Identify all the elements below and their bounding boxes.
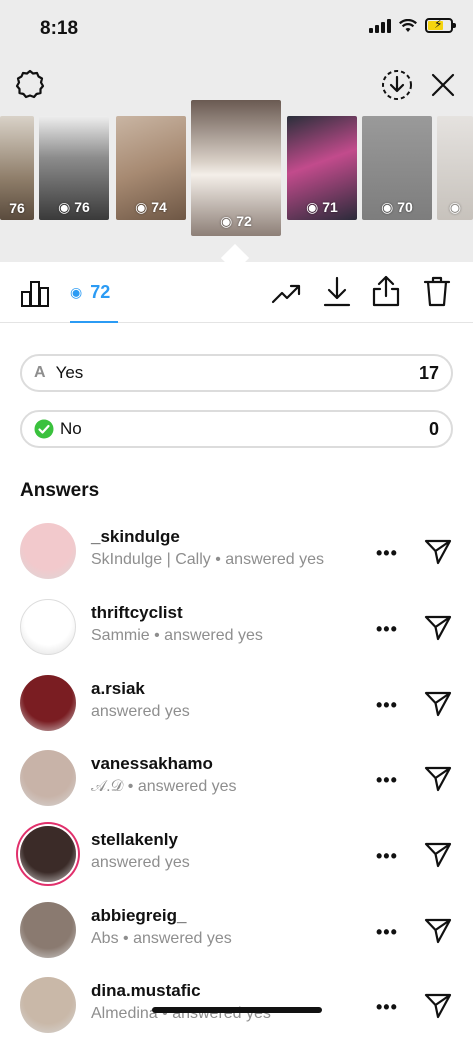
tab-viewers[interactable]: ◉ 72 [70,282,110,303]
avatar[interactable] [20,523,76,579]
send-icon[interactable] [424,991,452,1024]
answer-row[interactable]: abbiegreig_ Abs • answered yes ••• [0,894,473,968]
answer-username[interactable]: dina.mustafic [91,981,201,1001]
close-icon[interactable] [428,70,458,100]
answer-row[interactable]: dina.mustafic Almedina • answered yes ••• [0,969,473,1043]
download-circle-icon[interactable] [380,68,414,102]
option-a-badge: A [34,364,46,381]
thumbnail-views: 76 [9,200,25,216]
story-thumbnail[interactable]: ◉ 74 [116,116,186,220]
answer-subtitle: answered yes [91,854,190,871]
thumbnail-views: ◉ 71 [306,199,338,215]
send-icon[interactable] [424,613,452,646]
more-options-icon[interactable]: ••• [376,543,398,564]
download-icon[interactable] [322,276,352,308]
poll-option-yes[interactable]: A Yes 17 [20,354,453,392]
answer-row[interactable]: _skindulge SkIndulge | Cally • answered y… [0,515,473,589]
story-thumbnail[interactable]: 76 [0,116,34,220]
story-thumbnail[interactable]: ◉ 76 [39,116,109,220]
poll-option-count: 0 [428,418,439,439]
avatar[interactable] [20,902,76,958]
answer-subtitle: SkIndulge | Cally • answered yes [91,551,324,568]
more-options-icon[interactable]: ••• [376,770,398,791]
share-icon[interactable] [370,274,402,308]
more-options-icon[interactable]: ••• [376,922,398,943]
eye-icon: ◉ [381,199,394,215]
eye-icon: ◉ [306,199,319,215]
send-icon[interactable] [424,764,452,797]
answer-subtitle: Abs • answered yes [91,930,232,947]
avatar[interactable] [20,675,76,731]
answers-heading: Answers [20,480,100,501]
eye-icon: ◉ [135,199,148,215]
story-thumbnail[interactable]: ◉ 71 [287,116,357,220]
answer-row[interactable]: thriftcyclist Sammie • answered yes ••• [0,591,473,665]
wifi-icon [399,18,417,32]
eye-icon: ◉ [220,213,233,229]
send-icon[interactable] [424,689,452,722]
avatar[interactable] [20,750,76,806]
thumbnail-views: ◉ 76 [58,199,90,215]
answer-username[interactable]: abbiegreig_ [91,906,186,926]
answer-row[interactable]: vanessakhamo 𝒜.𝒟 • answered yes ••• [0,742,473,816]
answer-username[interactable]: _skindulge [91,527,180,547]
status-time: 8:18 [40,18,79,39]
check-circle-icon [34,419,54,439]
poll-option-count: 17 [418,362,439,383]
send-icon[interactable] [424,916,452,949]
story-thumbnail[interactable]: ◉ 70 [362,116,432,220]
answer-row[interactable]: a.rsiak answered yes ••• [0,667,473,741]
answer-subtitle: Sammie • answered yes [91,627,263,644]
more-options-icon[interactable]: ••• [376,997,398,1018]
send-icon[interactable] [424,537,452,570]
trending-icon[interactable] [270,280,304,308]
answer-subtitle: answered yes [91,703,190,720]
send-icon[interactable] [424,840,452,873]
settings-icon[interactable] [14,68,46,100]
viewers-count: 72 [90,282,111,302]
thumbnail-views: ◉ 70 [381,199,413,215]
battery-icon: ⚡ [425,17,456,33]
poll-option-label: No [60,419,82,438]
more-options-icon[interactable]: ••• [376,695,398,716]
bar-chart-icon[interactable] [20,278,50,308]
answer-username[interactable]: a.rsiak [91,679,145,699]
answer-subtitle: 𝒜.𝒟 • answered yes [91,778,237,795]
story-thumbnail[interactable]: ◉ [437,116,473,220]
story-thumbnail-selected[interactable]: ◉ 72 [191,100,281,236]
active-tab-underline [70,321,118,323]
trash-icon[interactable] [422,274,452,308]
answer-username[interactable]: vanessakhamo [91,754,213,774]
eye-icon: ◉ [70,284,83,300]
thumbnail-views: ◉ 72 [220,213,252,229]
poll-option-label: Yes [55,363,84,382]
more-options-icon[interactable]: ••• [376,619,398,640]
story-thumbnail-strip: 76 ◉ 76 ◉ 74 ◉ 72 ◉ 71 ◉ 70 ◉ [0,100,473,250]
more-options-icon[interactable]: ••• [376,846,398,867]
status-icons: ⚡ [369,17,456,33]
story-preview-area: 8:18 ⚡ 76 ◉ 76 ◉ 74 ◉ 72 ◉ 71 ◉ 70 ◉ [0,0,473,262]
answer-username[interactable]: stellakenly [91,830,178,850]
thumbnail-views: ◉ [437,199,473,216]
signal-icon [369,18,391,33]
eye-icon: ◉ [58,199,71,215]
answer-row[interactable]: stellakenly answered yes ••• [0,818,473,892]
insights-toolbar: ◉ 72 [0,262,473,323]
eye-icon: ◉ [448,199,462,215]
avatar[interactable] [20,977,76,1033]
home-indicator [152,1007,322,1013]
answer-username[interactable]: thriftcyclist [91,603,183,623]
avatar[interactable] [20,826,76,882]
avatar[interactable] [20,599,76,655]
poll-option-no[interactable]: No 0 [20,410,453,448]
thumbnail-views: ◉ 74 [135,199,167,215]
